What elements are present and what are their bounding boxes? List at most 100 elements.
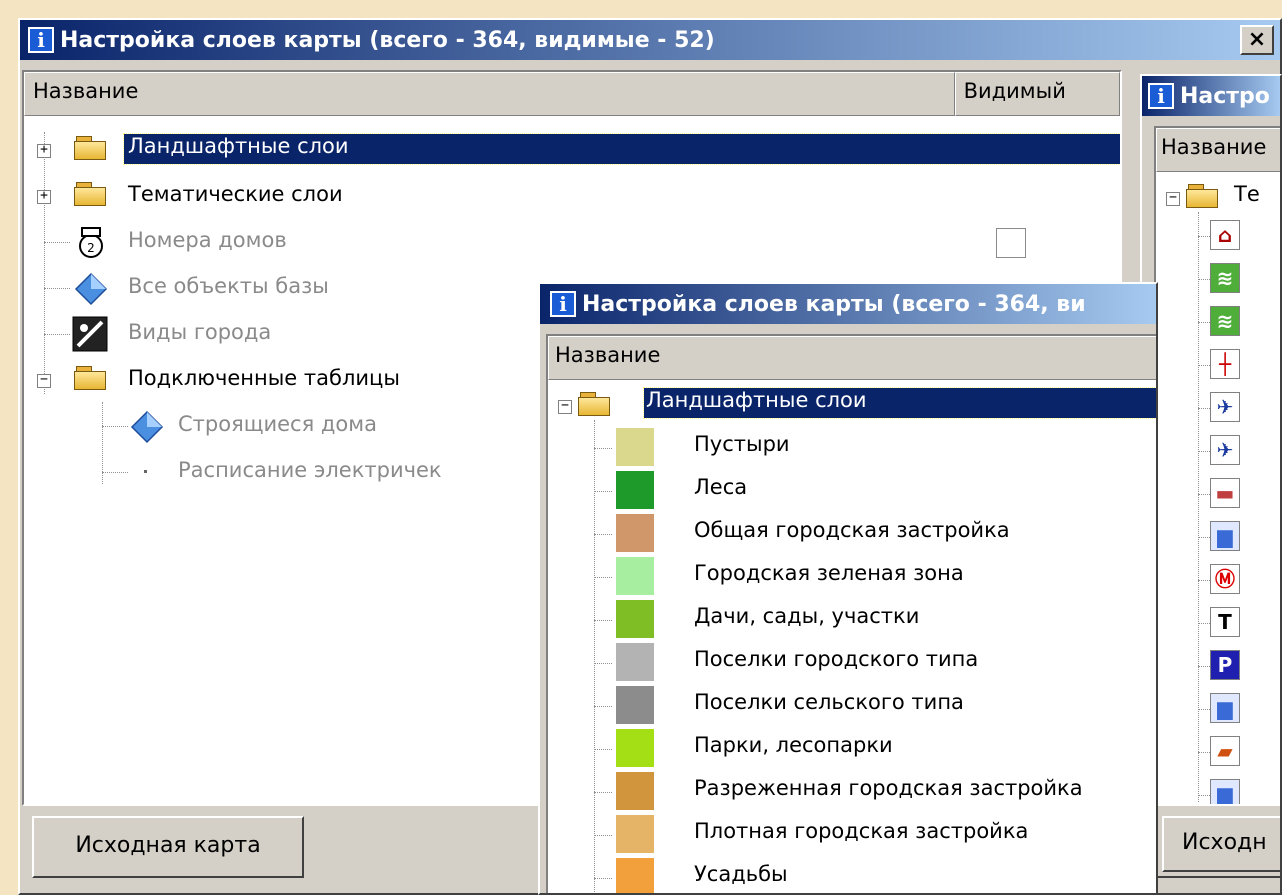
folder-icon xyxy=(578,392,610,416)
layer-label: Усадьбы xyxy=(694,862,788,886)
car-icon: ▬ xyxy=(1210,478,1240,508)
house-number-icon: 2 xyxy=(79,227,103,258)
tree-item-landscape-layers[interactable]: + Ландшафтные слои xyxy=(24,128,1120,174)
dot-icon xyxy=(144,470,147,473)
folder-icon xyxy=(74,366,106,390)
layer-label: Городская зеленая зона xyxy=(694,561,964,585)
folder-icon xyxy=(1186,184,1218,208)
column-header-name[interactable]: Название xyxy=(548,336,1156,380)
info-icon: i xyxy=(550,291,576,317)
diamond-icon xyxy=(130,410,164,444)
landscape-layer-item[interactable]: Поселки городского типа xyxy=(548,641,1156,684)
landscape-layer-item[interactable]: Пустыри xyxy=(548,426,1156,469)
layer-label: Дачи, сады, участки xyxy=(694,604,920,628)
layer-label: Пустыри xyxy=(694,432,790,456)
tree-item-label: Ландшафтные слои xyxy=(643,387,1156,419)
landscape-layers-window: i Настройка слоев карты (всего - 364, ви… xyxy=(538,282,1158,895)
pipe-icon: ┼ xyxy=(1210,349,1240,379)
close-button[interactable]: × xyxy=(1240,25,1274,55)
layer-label: Общая городская застройка xyxy=(694,518,1010,542)
landscape-layer-item[interactable]: Дачи, сады, участки xyxy=(548,598,1156,641)
layers-tree-list[interactable]: Название − Те ⌂ ≋ ≋ ┼ ✈ ✈ ▬ ▆ Ⓜ T P ▆ ▰ ▆ xyxy=(1154,126,1280,806)
tree-item-thematic-layers[interactable]: + Тематические слои xyxy=(24,174,1120,220)
truck-icon: ▆ xyxy=(1210,693,1240,723)
color-swatch xyxy=(616,557,654,595)
color-swatch xyxy=(616,858,654,893)
window-title: Настро xyxy=(1180,83,1270,109)
column-header-visible[interactable]: Видимый xyxy=(954,72,1120,116)
airplane-icon: ✈ xyxy=(1210,392,1240,422)
expand-icon[interactable]: + xyxy=(37,143,51,158)
tree-item-house-numbers[interactable]: 2 Номера домов xyxy=(24,220,1120,266)
folder-icon xyxy=(74,182,106,206)
window-title-bar[interactable]: i Настро xyxy=(1142,76,1280,116)
truck-icon: ▆ xyxy=(1210,779,1240,804)
color-swatch xyxy=(616,514,654,552)
landscape-layer-item[interactable]: Поселки сельского типа xyxy=(548,684,1156,727)
tree-item-label: Те xyxy=(1234,182,1260,206)
expand-icon[interactable]: + xyxy=(37,189,51,204)
layer-label: Поселки городского типа xyxy=(694,647,979,671)
tree-item-label: Расписание электричек xyxy=(178,458,442,482)
landscape-layer-item[interactable]: Плотная городская застройка xyxy=(548,813,1156,856)
tree-item-landscape-layers[interactable]: − Ландшафтные слои xyxy=(548,382,1156,428)
svg-text:2: 2 xyxy=(87,241,95,255)
list-header: Название Видимый xyxy=(24,72,1120,116)
tree-item-label: Ландшафтные слои xyxy=(123,133,1120,165)
color-swatch xyxy=(616,686,654,724)
layer-label: Плотная городская застройка xyxy=(694,819,1029,843)
tree-item-label: Номера домов xyxy=(128,228,287,252)
layer-label: Леса xyxy=(694,475,748,499)
column-header-name[interactable]: Название xyxy=(24,72,955,116)
color-swatch xyxy=(616,600,654,638)
landscape-layers-list[interactable]: Название − Ландшафтные слои Пустыри Леса О… xyxy=(546,334,1156,893)
diamond-icon xyxy=(74,272,108,306)
layer-label: Разреженная городская застройка xyxy=(694,776,1083,800)
info-icon: i xyxy=(28,27,54,53)
color-swatch xyxy=(616,729,654,767)
tree-item-label: Подключенные таблицы xyxy=(128,366,400,390)
truck-icon: ▆ xyxy=(1210,521,1240,551)
color-swatch xyxy=(616,471,654,509)
info-icon: i xyxy=(1148,83,1174,109)
color-swatch xyxy=(616,772,654,810)
folder-icon xyxy=(74,136,106,160)
tree-item-label: Виды города xyxy=(128,320,272,344)
meadow-icon: ≋ xyxy=(1210,306,1240,336)
landscape-layer-item[interactable]: Разреженная городская застройка xyxy=(548,770,1156,813)
building-icon: ⌂ xyxy=(1210,220,1240,250)
tree-item-label: Тематические слои xyxy=(128,182,343,206)
parking-icon: P xyxy=(1210,650,1240,680)
layers-settings-window-thematic: i Настро Название − Те ⌂ ≋ ≋ ┼ ✈ ✈ ▬ ▆ Ⓜ T P ▆ ▰ ▆ Ис… xyxy=(1140,74,1282,878)
visible-checkbox[interactable] xyxy=(996,228,1026,258)
window-title-bar[interactable]: i Настройка слоев карты (всего - 364, ви xyxy=(540,284,1156,324)
color-swatch xyxy=(616,428,654,466)
landscape-layer-item[interactable]: Городская зеленая зона xyxy=(548,555,1156,598)
window-title: Настройка слоев карты (всего - 364, ви xyxy=(582,291,1086,317)
column-header-name[interactable]: Название xyxy=(1156,128,1280,172)
tree-item-label: Все объекты базы xyxy=(128,274,329,298)
original-map-button[interactable]: Исходная карта xyxy=(32,816,304,878)
window-title: Настройка слоев карты (всего - 364, види… xyxy=(60,27,715,53)
metro-icon: Ⓜ xyxy=(1210,564,1240,594)
landscape-layer-item[interactable]: Усадьбы xyxy=(548,856,1156,893)
color-swatch xyxy=(616,815,654,853)
tree-item-label: Строящиеся дома xyxy=(178,412,377,436)
city-view-icon xyxy=(72,316,108,352)
landscape-layer-item[interactable]: Общая городская застройка xyxy=(548,512,1156,555)
list-header: Название xyxy=(548,336,1156,380)
collapse-icon[interactable]: − xyxy=(37,373,51,388)
landscape-layer-item[interactable]: Парки, лесопарки xyxy=(548,727,1156,770)
collapse-icon[interactable]: − xyxy=(1166,191,1180,206)
window-title-bar[interactable]: i Настройка слоев карты (всего - 364, ви… xyxy=(20,20,1280,60)
color-swatch xyxy=(616,643,654,681)
list-header: Название xyxy=(1156,128,1280,172)
original-map-button[interactable]: Исходн xyxy=(1162,816,1280,872)
tram-stop-icon: T xyxy=(1210,607,1240,637)
tree-item-thematic-layers[interactable]: − Те xyxy=(1156,174,1280,220)
collapse-icon[interactable]: − xyxy=(558,399,572,414)
airplane-icon: ✈ xyxy=(1210,435,1240,465)
layer-label: Парки, лесопарки xyxy=(694,733,893,757)
landscape-layer-item[interactable]: Леса xyxy=(548,469,1156,512)
meadow-icon: ≋ xyxy=(1210,263,1240,293)
